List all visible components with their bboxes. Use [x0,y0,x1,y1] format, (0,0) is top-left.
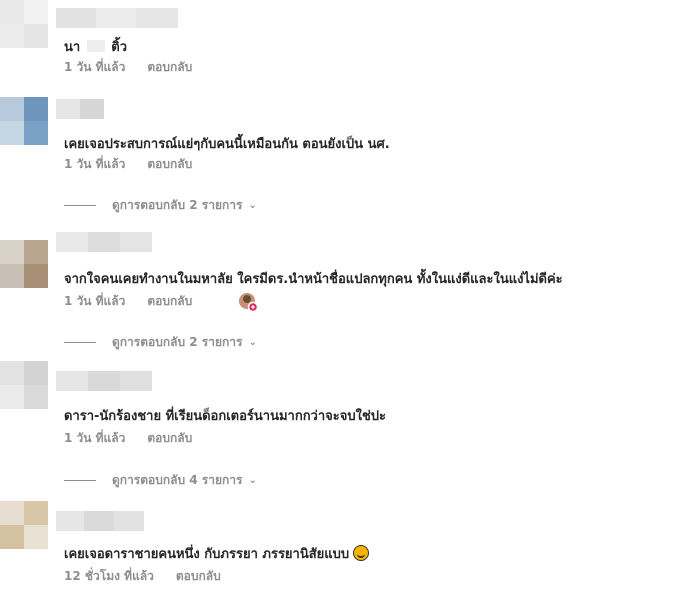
comment-meta: 1 วัน ที่แล้ว ตอบกลับ [64,58,192,77]
reply-button[interactable]: ตอบกลับ [147,292,192,311]
view-replies-label: ดูการตอบกลับ 4 รายการ [112,473,243,487]
avatar[interactable] [0,240,48,288]
reply-button[interactable]: ตอบกลับ [147,155,192,174]
chevron-down-icon: ⌄ [248,475,257,486]
view-replies-button[interactable]: ดูการตอบกลับ 2 รายการ ⌄ [64,196,257,215]
chevron-down-icon: ⌄ [248,337,257,348]
divider-line [64,205,96,206]
comment-time[interactable]: 1 วัน ที่แล้ว [64,292,125,311]
chevron-down-icon: ⌄ [248,200,257,211]
comment-text: เคยเจอประสบการณ์แย่ๆกับคนนี้เหมือนกัน ตอ… [64,137,390,152]
comment-text: นา ติ้ว [64,40,127,55]
comment-time[interactable]: 12 ชั่วโมง ที่แล้ว [64,567,154,586]
view-replies-button[interactable]: ดูการตอบกลับ 2 รายการ ⌄ [64,333,257,352]
username-redacted[interactable] [56,232,152,252]
comment-meta: 12 ชั่วโมง ที่แล้ว ตอบกลับ [64,567,221,586]
comment-text: จากใจคนเคยทำงานในมหาลัย ใครมีดร.นำหน้าชื… [64,272,563,287]
avatar[interactable] [0,501,48,549]
reaction-avatar-icon[interactable] [238,292,258,312]
avatar[interactable] [0,97,48,145]
comment-text: ดารา-นักร้องชาย ที่เรียนด็อกเตอร์นานมากก… [64,409,387,424]
comment-time[interactable]: 1 วัน ที่แล้ว [64,58,125,77]
redacted-block [86,40,105,52]
reply-button[interactable]: ตอบกลับ [176,567,221,586]
reply-button[interactable]: ตอบกลับ [147,58,192,77]
username-redacted[interactable] [56,99,104,119]
avatar[interactable] [0,0,48,48]
divider-line [64,480,96,481]
view-replies-label: ดูการตอบกลับ 2 รายการ [112,198,243,212]
comment-meta: 1 วัน ที่แล้ว ตอบกลับ [64,155,192,174]
comment-time[interactable]: 1 วัน ที่แล้ว [64,155,125,174]
comment-meta: 1 วัน ที่แล้ว ตอบกลับ [64,292,192,311]
divider-line [64,342,96,343]
view-replies-button[interactable]: ดูการตอบกลับ 4 รายการ ⌄ [64,471,257,490]
comment-time[interactable]: 1 วัน ที่แล้ว [64,429,125,448]
avatar[interactable] [0,361,48,409]
view-replies-label: ดูการตอบกลับ 2 รายการ [112,335,243,349]
comment-meta: 1 วัน ที่แล้ว ตอบกลับ [64,429,192,448]
username-redacted[interactable] [56,511,144,531]
grinning-face-emoji-icon [353,545,370,561]
comment-text: เคยเจอดาราชายคนหนึ่ง กับภรรยา ภรรยานิสัย… [64,543,370,564]
username-redacted[interactable] [56,371,152,391]
username-redacted[interactable] [56,8,178,28]
reply-button[interactable]: ตอบกลับ [147,429,192,448]
